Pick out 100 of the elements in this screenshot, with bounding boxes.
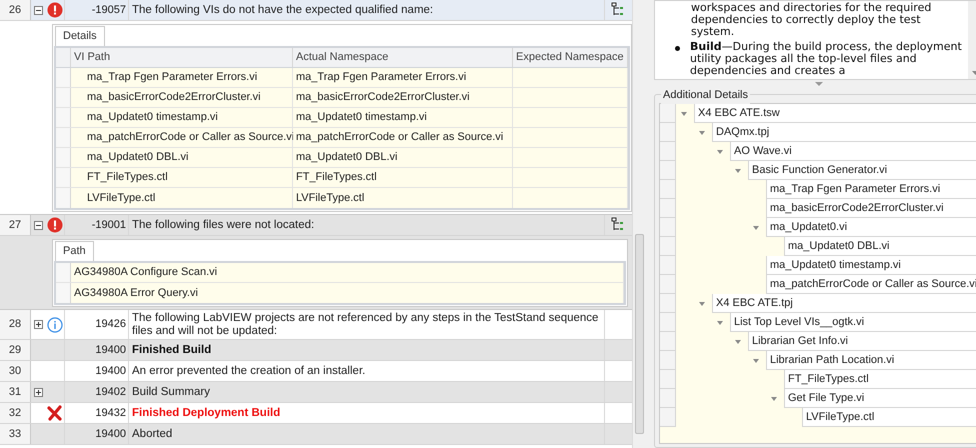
caret-icon[interactable]	[734, 338, 742, 346]
collapse-icon[interactable]	[34, 6, 42, 14]
row-header[interactable]	[660, 104, 676, 123]
caret-icon[interactable]	[680, 110, 688, 118]
row-header[interactable]	[56, 188, 71, 208]
row-header[interactable]	[660, 313, 676, 332]
table-cell: ma_Updatet0 timestamp.vi	[71, 108, 293, 127]
row-header[interactable]	[660, 275, 676, 294]
tree-item[interactable]: DAQmx.tpj	[712, 123, 976, 142]
tree-item[interactable]: ma_Trap Fgen Parameter Errors.vi	[766, 180, 976, 199]
message-code: -19057	[65, 0, 129, 20]
row-header[interactable]	[660, 218, 676, 237]
row-header[interactable]	[56, 148, 71, 167]
tree-item[interactable]: Librarian Path Location.vi	[766, 351, 976, 370]
message-text: The following files were not located:	[131, 218, 316, 232]
column-header[interactable]: Expected Namespace	[513, 48, 628, 67]
caret-icon[interactable]	[752, 356, 760, 364]
tree-item[interactable]: ma_basicErrorCode2ErrorCluster.vi	[766, 199, 976, 218]
tree-item[interactable]: AO Wave.vi	[730, 142, 976, 161]
splitter-arrow-icon[interactable]	[814, 82, 823, 86]
tree-item[interactable]: X4 EBC ATE.tsw	[694, 104, 976, 123]
table-cell: ma_basicErrorCode2ErrorCluster.vi	[71, 88, 293, 107]
row-header[interactable]	[660, 123, 676, 142]
row-header[interactable]	[56, 283, 71, 303]
column-header[interactable]: Actual Namespace	[293, 48, 513, 67]
row-header[interactable]	[56, 108, 71, 127]
caret-icon[interactable]	[716, 318, 724, 326]
column-header[interactable]: VI Path	[71, 48, 293, 67]
tree-item[interactable]: ma_Updatet0 DBL.vi	[784, 237, 976, 256]
caret-icon[interactable]	[734, 166, 742, 174]
row-header[interactable]	[56, 263, 71, 282]
table-cell: AG34980A Error Query.vi	[71, 283, 624, 303]
row-header[interactable]	[56, 128, 71, 147]
table-cell: ma_Updatet0 timestamp.vi	[293, 108, 513, 127]
message-code: 19432	[65, 403, 129, 423]
row-header[interactable]	[660, 408, 676, 427]
table-cell: ma_Trap Fgen Parameter Errors.vi	[293, 68, 513, 87]
bullet-icon	[675, 46, 680, 51]
row-header[interactable]	[660, 256, 676, 275]
caret-icon[interactable]	[698, 300, 706, 308]
row-header[interactable]	[660, 351, 676, 370]
tree-item[interactable]: FT_FileTypes.ctl	[784, 370, 976, 389]
table-cell: FT_FileTypes.ctl	[71, 168, 293, 187]
row-header[interactable]	[660, 237, 676, 256]
caret-icon[interactable]	[698, 128, 706, 136]
row-header[interactable]	[660, 389, 676, 408]
table-cell: ma_Updatet0 DBL.vi	[71, 148, 293, 167]
line-number: 31	[0, 382, 31, 402]
row-header[interactable]	[660, 370, 676, 389]
tree-item[interactable]: ma_Updatet0.vi	[766, 218, 976, 237]
message-code: 19400	[65, 340, 129, 360]
message-text: An error prevented the creation of an installer.	[131, 364, 366, 378]
caret-icon[interactable]	[770, 394, 778, 402]
line-number: 28	[0, 310, 31, 339]
caret-icon[interactable]	[752, 224, 760, 232]
detail-tab[interactable]: Details	[55, 26, 105, 46]
row-header[interactable]	[660, 199, 676, 218]
expand-icon[interactable]	[34, 388, 42, 396]
row-header[interactable]	[660, 294, 676, 313]
message-code: 19400	[65, 361, 129, 381]
row-header[interactable]	[56, 168, 71, 187]
help-text: dependencies to correctly deploy the test	[691, 14, 921, 26]
row-header[interactable]	[660, 180, 676, 199]
message-text: Finished Deployment Build	[131, 406, 282, 420]
row-header[interactable]	[56, 88, 71, 107]
line-number: 33	[0, 424, 31, 444]
tree-item[interactable]: X4 EBC ATE.tpj	[712, 294, 976, 313]
message-code: 19426	[65, 310, 129, 339]
tree-item[interactable]: Librarian Get Info.vi	[748, 332, 976, 351]
message-text: The following VIs do not have the expected qualified name:	[131, 2, 434, 18]
row-header[interactable]	[56, 68, 71, 87]
tree-item[interactable]: List Top Level VIs__ogtk.vi	[730, 313, 976, 332]
tree-item[interactable]: Basic Function Generator.vi	[748, 161, 976, 180]
scrollbar[interactable]	[632, 0, 646, 448]
message-code: -19001	[65, 215, 129, 235]
message-text: Aborted	[131, 426, 174, 442]
table-cell: ma_patchErrorCode or Caller as Source.vi	[71, 128, 293, 147]
expand-icon[interactable]	[34, 320, 42, 329]
table-cell: FT_FileTypes.ctl	[293, 168, 513, 187]
table-cell: LVFileType.ctl	[293, 188, 513, 208]
help-text: workspaces and directories for the required	[691, 2, 932, 14]
line-number: 29	[0, 340, 31, 360]
row-header[interactable]	[660, 332, 676, 351]
help-text: Build—During the build process, the deployment utility packages all the top-level files and dependencies and creates a	[690, 41, 963, 77]
line-number: 30	[0, 361, 31, 381]
message-text: The following LabVIEW projects are not referenced by any steps in the TestStand sequence files and will not be updated:	[131, 310, 600, 338]
caret-icon[interactable]	[716, 148, 724, 156]
table-cell: ma_basicErrorCode2ErrorCluster.vi	[293, 88, 513, 107]
table-cell: ma_Trap Fgen Parameter Errors.vi	[71, 68, 293, 87]
tree-item[interactable]: LVFileType.ctl	[802, 408, 976, 427]
detail-tab[interactable]: Path	[55, 241, 94, 261]
row-header[interactable]	[660, 161, 676, 180]
tree-item[interactable]: Get File Type.vi	[784, 389, 976, 408]
line-number: 26	[0, 0, 31, 20]
collapse-icon[interactable]	[34, 220, 42, 230]
table-cell: ma_patchErrorCode or Caller as Source.vi	[293, 128, 513, 147]
message-text: Finished Build	[131, 342, 212, 358]
row-header[interactable]	[660, 142, 676, 161]
line-number: 32	[0, 403, 31, 423]
tree-item[interactable]: ma_Updatet0 timestamp.vi	[766, 256, 976, 275]
